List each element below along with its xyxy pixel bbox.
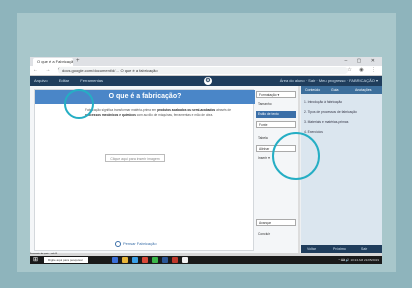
browser-tab-strip: O que é a Fabricação - M + – ▢ ✕ <box>30 57 382 66</box>
side-item[interactable]: 2. Tipos de processos de fabricação <box>304 108 379 116</box>
windows-taskbar: ⊞ Digite aqui para pesquisar ^ ⌨ 🔊 10:24… <box>30 256 382 264</box>
tab-conteudo[interactable]: Conteúdo <box>305 86 320 94</box>
document-paragraph[interactable]: Fabricação significa transformar matéria… <box>85 108 245 118</box>
screenshot: O que é a Fabricação - M + – ▢ ✕ ← → ⟳ d… <box>30 57 382 264</box>
taskbar-app-icon[interactable] <box>132 257 138 263</box>
footer-logo-icon <box>115 240 121 247</box>
taskbar-app-icon[interactable] <box>112 257 118 263</box>
footer-label: Pensar Fabricação <box>123 241 157 246</box>
side-tabs: Conteúdo Guia Anotações <box>301 86 382 94</box>
tab-guia[interactable]: Guia <box>331 86 338 94</box>
menu-item-ferramentas[interactable]: Ferramentas <box>80 78 103 83</box>
app-header: Arquivo Editar Ferramentas ⚙ Área do alu… <box>30 76 382 86</box>
para-text-1: Fabricação significa transformar matéria… <box>85 108 158 112</box>
para-bold-1: produtos acabados ou semi-acabados <box>157 108 216 112</box>
para-bold-2: processos mecânicos e químicos <box>85 113 136 117</box>
side-item[interactable]: 1. Introdução à fabricação <box>304 98 379 106</box>
window-controls[interactable]: – ▢ ✕ <box>345 57 379 66</box>
side-bottom-bar: Voltar Próximo Sair <box>301 245 382 253</box>
taskbar-app-icon[interactable] <box>152 257 158 263</box>
menu-item-arquivo[interactable]: Arquivo <box>34 78 48 83</box>
tool-fonte[interactable]: Fonte <box>256 121 296 128</box>
url-field[interactable]: docs.google.com/document/d/… O que é a f… <box>58 67 348 74</box>
user-menu[interactable]: Área do aluno · Sair · Meu progresso · F… <box>280 76 378 86</box>
address-bar-row: ← → ⟳ docs.google.com/document/d/… O que… <box>30 66 382 76</box>
browser-action-icons[interactable]: ☆ ◉ ⋮ <box>347 66 379 75</box>
taskbar-clock: ^ ⌨ 🔊 10:24 AM 21/05/2019 <box>338 258 380 262</box>
tool-concluir[interactable]: Concluir <box>256 231 296 238</box>
tool-tamanho[interactable]: Tamanho <box>256 101 296 108</box>
start-icon[interactable]: ⊞ <box>33 257 38 263</box>
app-logo-icon: ⚙ <box>204 77 212 85</box>
menu-item-editar[interactable]: Editar <box>59 78 69 83</box>
highlight-circle <box>272 132 320 180</box>
taskbar-search[interactable]: Digite aqui para pesquisar <box>44 257 88 263</box>
tool-avancar[interactable]: Avançar <box>256 219 296 226</box>
folder-icon[interactable] <box>122 257 128 263</box>
browser-tab[interactable]: O que é a Fabricação - M <box>33 58 73 66</box>
highlight-circle <box>64 89 94 119</box>
chrome-icon[interactable] <box>182 257 188 263</box>
side-item[interactable]: 4. Exercícios <box>304 128 379 136</box>
para-text-3: com auxílio de máquinas, ferramentas e m… <box>135 113 214 117</box>
proximo-button[interactable]: Próximo <box>333 245 346 253</box>
voltar-button[interactable]: Voltar <box>307 245 316 253</box>
sair-button[interactable]: Sair <box>361 245 367 253</box>
tool-formatacao[interactable]: Formatação ▾ <box>256 91 296 98</box>
side-item[interactable]: 3. Materiais e matérias-primas <box>304 118 379 126</box>
image-placeholder[interactable]: Clique aqui para inserir imagem <box>105 154 165 162</box>
new-tab-button[interactable]: + <box>76 58 80 65</box>
taskbar-app-icon[interactable] <box>142 257 148 263</box>
taskbar-app-icon[interactable] <box>162 257 168 263</box>
para-text-2: através de <box>215 108 231 112</box>
taskbar-app-icon[interactable] <box>172 257 178 263</box>
app-menu: Arquivo Editar Ferramentas <box>34 76 113 86</box>
tab-anotacoes[interactable]: Anotações <box>355 86 372 94</box>
tool-estilo-de-texto[interactable]: Estilo de texto <box>256 111 296 118</box>
document-footer: Pensar Fabricação <box>115 240 157 247</box>
